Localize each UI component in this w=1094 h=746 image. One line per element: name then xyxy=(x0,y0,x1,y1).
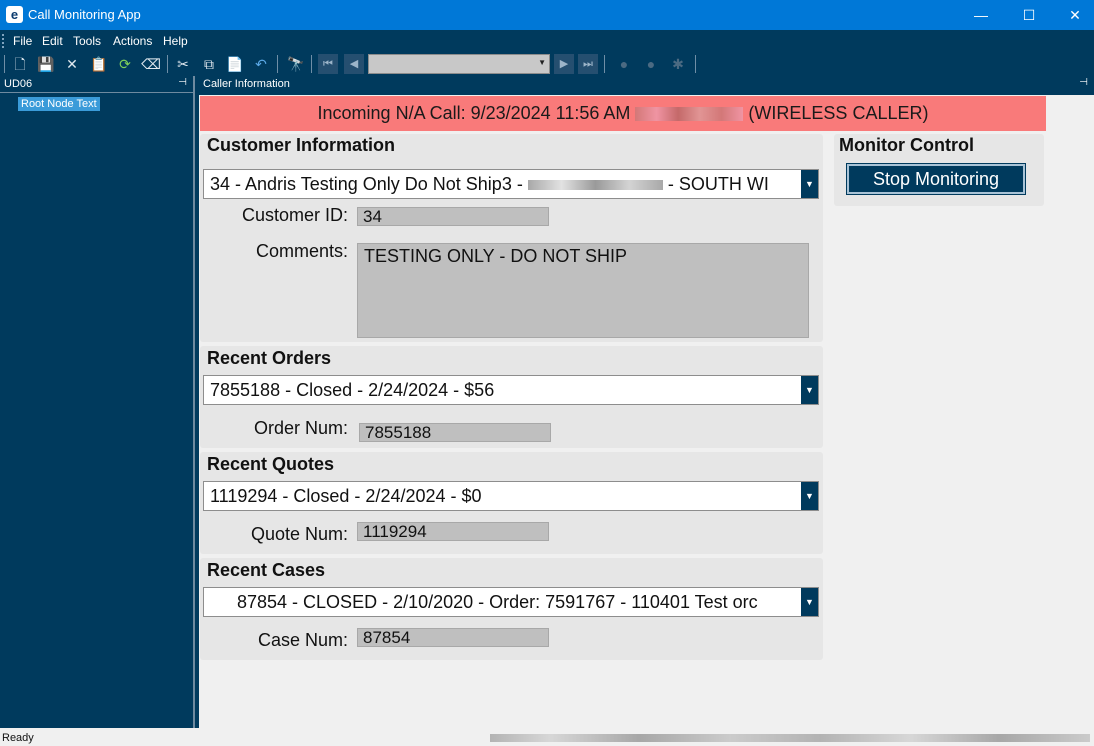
redacted-phone xyxy=(635,107,744,122)
banner-caller-type: (WIRELESS CALLER) xyxy=(748,103,929,123)
redacted-status-info xyxy=(490,734,1090,742)
toolbar-separator xyxy=(604,55,605,73)
redacted-name xyxy=(527,180,663,191)
status-text: Ready xyxy=(2,732,34,744)
menu-file[interactable]: File xyxy=(13,34,32,48)
undo-icon[interactable]: ↶ xyxy=(251,54,271,74)
find-icon[interactable]: 🔭 xyxy=(286,54,306,74)
pin-icon[interactable]: ⊣ xyxy=(1079,77,1088,88)
window-title: Call Monitoring App xyxy=(28,7,141,22)
recent-orders-heading: Recent Orders xyxy=(207,348,332,368)
tree-panel-title: UD06 xyxy=(4,78,33,90)
menu-grip xyxy=(2,34,4,48)
banner-call-text: Incoming N/A Call: 9/23/2024 11:56 AM xyxy=(317,103,631,123)
next-record-icon[interactable]: ▶ xyxy=(554,54,574,74)
paste-icon[interactable]: 📄 xyxy=(225,54,245,74)
tree-panel-header: UD06 ⊣ xyxy=(0,76,193,93)
recent-orders-group: Recent Orders 7855188 - Closed - 2/24/20… xyxy=(200,346,823,448)
chevron-down-icon: ▼ xyxy=(538,58,546,67)
order-num-label: Order Num: xyxy=(253,418,348,438)
tree-panel: UD06 ⊣ Root Node Text xyxy=(0,76,195,728)
clipboard-icon[interactable]: 📋 xyxy=(89,54,109,74)
order-num-field[interactable]: 7855188 xyxy=(359,423,551,442)
menu-help[interactable]: Help xyxy=(163,34,188,48)
quote-num-field[interactable]: 1119294 xyxy=(357,522,549,541)
recent-orders-value: 7855188 - Closed - 2/24/2024 - $56 xyxy=(210,380,495,400)
link-icon: ● xyxy=(646,56,656,72)
monitor-control-heading: Monitor Control xyxy=(839,135,974,155)
new-icon[interactable]: 🗋 xyxy=(10,54,30,74)
delete-icon[interactable]: ✕ xyxy=(62,54,82,74)
chevron-down-icon[interactable]: ▼ xyxy=(801,482,818,510)
gear-icon: ✱ xyxy=(672,56,684,72)
toolbar: 🗋 💾 ✕ 📋 ⟳ ⌫ ✂ ⧉ 📄 ↶ 🔭 ⏮ ◀ ▼ ▶ ⏭ ● ● ✱ xyxy=(0,52,1094,76)
quote-num-label: Quote Num: xyxy=(250,524,348,544)
pin-icon[interactable]: ⊣ xyxy=(178,77,187,88)
minimize-button[interactable]: — xyxy=(958,0,1004,30)
recent-cases-heading: Recent Cases xyxy=(207,560,326,580)
customer-select-prefix: 34 - Andris Testing Only Do Not Ship3 - xyxy=(210,174,523,194)
menu-actions[interactable]: Actions xyxy=(113,34,152,48)
save-icon[interactable]: 💾 xyxy=(36,54,56,74)
caller-info-title: Caller Information xyxy=(203,78,290,90)
recent-quotes-value: 1119294 - Closed - 2/24/2024 - $0 xyxy=(210,486,482,506)
recent-cases-select[interactable]: 87854 - CLOSED - 2/10/2020 - Order: 7591… xyxy=(203,587,819,617)
last-record-icon[interactable]: ⏭ xyxy=(578,54,598,74)
comments-label: Comments: xyxy=(255,241,348,261)
caller-info-header: Caller Information ⊣ xyxy=(199,76,1094,95)
prev-record-icon[interactable]: ◀ xyxy=(344,54,364,74)
record-selector[interactable]: ▼ xyxy=(368,54,550,74)
toolbar-separator xyxy=(4,55,5,73)
status-bar: Ready xyxy=(0,728,1094,746)
chevron-down-icon[interactable]: ▼ xyxy=(801,376,818,404)
case-num-field[interactable]: 87854 xyxy=(357,628,549,647)
refresh-icon[interactable]: ⟳ xyxy=(115,54,135,74)
tree-root-node[interactable]: Root Node Text xyxy=(18,97,100,111)
close-button[interactable]: ✕ xyxy=(1052,0,1094,30)
chevron-down-icon[interactable]: ▼ xyxy=(801,588,818,616)
comments-field[interactable]: TESTING ONLY - DO NOT SHIP xyxy=(357,243,809,338)
first-record-icon[interactable]: ⏮ xyxy=(318,54,338,74)
recent-cases-group: Recent Cases 87854 - CLOSED - 2/10/2020 … xyxy=(200,558,823,660)
toolbar-separator xyxy=(167,55,168,73)
recent-quotes-heading: Recent Quotes xyxy=(207,454,335,474)
case-num-label: Case Num: xyxy=(257,630,348,650)
customer-select[interactable]: 34 - Andris Testing Only Do Not Ship3 - … xyxy=(203,169,819,199)
menu-tools[interactable]: Tools xyxy=(73,34,101,48)
caller-info-panel: Caller Information ⊣ Incoming N/A Call: … xyxy=(199,76,1094,728)
recent-cases-value: 87854 - CLOSED - 2/10/2020 - Order: 7591… xyxy=(237,592,758,612)
monitor-control-group: Monitor Control Stop Monitoring xyxy=(834,134,1044,206)
copy-icon[interactable]: ⧉ xyxy=(199,54,219,74)
recent-quotes-group: Recent Quotes 1119294 - Closed - 2/24/20… xyxy=(200,452,823,554)
recent-orders-select[interactable]: 7855188 - Closed - 2/24/2024 - $56 ▼ xyxy=(203,375,819,405)
customer-id-field[interactable]: 34 xyxy=(357,207,549,226)
eraser-icon[interactable]: ⌫ xyxy=(141,54,161,74)
toolbar-separator xyxy=(311,55,312,73)
toolbar-separator xyxy=(695,55,696,73)
cut-icon[interactable]: ✂ xyxy=(173,54,193,74)
title-bar: e Call Monitoring App — ☐ ✕ xyxy=(0,0,1094,30)
maximize-button[interactable]: ☐ xyxy=(1006,0,1052,30)
menu-edit[interactable]: Edit xyxy=(42,34,63,48)
customer-id-label: Customer ID: xyxy=(241,205,348,225)
customer-info-group: Customer Information 34 - Andris Testing… xyxy=(200,134,823,342)
attach-icon: ● xyxy=(619,56,629,72)
app-logo-icon: e xyxy=(6,6,23,23)
recent-quotes-select[interactable]: 1119294 - Closed - 2/24/2024 - $0 ▼ xyxy=(203,481,819,511)
customer-info-heading: Customer Information xyxy=(207,135,396,155)
chevron-down-icon[interactable]: ▼ xyxy=(801,170,818,198)
menu-bar: File Edit Tools Actions Help xyxy=(0,30,1094,52)
customer-select-suffix: - SOUTH WI xyxy=(667,174,769,194)
toolbar-separator xyxy=(277,55,278,73)
stop-monitoring-button[interactable]: Stop Monitoring xyxy=(846,163,1026,195)
incoming-call-banner: Incoming N/A Call: 9/23/2024 11:56 AM (W… xyxy=(200,96,1046,131)
